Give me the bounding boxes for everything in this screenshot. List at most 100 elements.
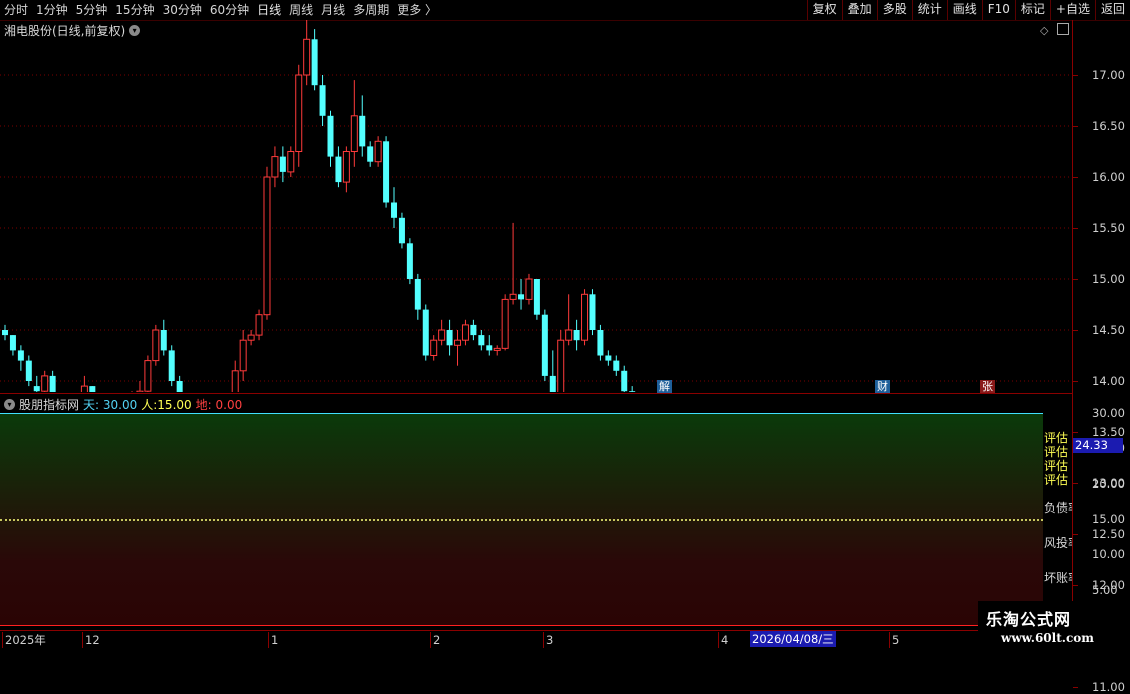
candle[interactable] [33, 375, 40, 392]
candle[interactable] [25, 355, 32, 387]
candle[interactable] [89, 386, 96, 392]
candle[interactable] [461, 319, 469, 346]
candle[interactable] [49, 370, 56, 392]
candle[interactable] [144, 355, 152, 393]
candle[interactable] [168, 345, 175, 387]
candle[interactable] [391, 187, 398, 228]
candle[interactable] [414, 273, 421, 320]
candle[interactable] [9, 335, 16, 356]
candle[interactable] [327, 110, 334, 167]
candle[interactable] [295, 64, 303, 167]
candle[interactable] [581, 289, 589, 346]
panel-divider [0, 393, 1073, 394]
candle[interactable] [438, 319, 446, 346]
tab-period-0[interactable]: 分时 [0, 0, 32, 20]
candlestick-chart[interactable]: 17.6911.11—> [0, 20, 1073, 392]
candle[interactable] [319, 75, 326, 126]
tick-mark [1073, 228, 1078, 229]
candle[interactable] [80, 375, 88, 392]
candle[interactable] [129, 391, 135, 392]
tab-period-1[interactable]: 1分钟 [32, 0, 72, 20]
candle[interactable] [454, 330, 462, 366]
candle[interactable] [613, 355, 620, 376]
candle[interactable] [41, 370, 49, 392]
candle[interactable] [597, 324, 604, 361]
candle[interactable] [342, 146, 350, 193]
event-tag-0[interactable]: 解 [657, 380, 672, 393]
candle[interactable] [478, 330, 485, 351]
candle[interactable] [383, 136, 390, 208]
tab-period-6[interactable]: 日线 [253, 0, 285, 20]
candle[interactable] [398, 212, 405, 249]
action-button-1[interactable]: 叠加 [841, 0, 877, 20]
candle[interactable] [430, 335, 438, 361]
action-button-0[interactable]: 复权 [806, 0, 842, 20]
action-button-5[interactable]: F10 [981, 0, 1015, 20]
candle[interactable] [446, 319, 453, 356]
event-tag-1[interactable]: 财 [875, 380, 890, 393]
action-button-2[interactable]: 多股 [876, 0, 912, 20]
candle[interactable] [367, 141, 374, 167]
candle[interactable] [263, 166, 271, 320]
tick-mark [1073, 381, 1078, 382]
candle[interactable] [629, 386, 636, 392]
candle[interactable] [231, 360, 239, 392]
candle[interactable] [509, 222, 517, 305]
tab-period-10[interactable]: 更多 〉 [393, 0, 441, 20]
indicator-title[interactable]: ▾ 股朋指标网 天: 30.00 人:15.00 地: 0.00 [4, 396, 242, 413]
candle[interactable] [605, 350, 612, 366]
candle[interactable] [589, 289, 596, 336]
candle[interactable] [501, 294, 509, 351]
candle[interactable] [573, 319, 580, 351]
action-button-6[interactable]: 标记 [1014, 0, 1050, 20]
date-axis: 2025年 12 1 2 3 4 5 [0, 630, 1130, 651]
candle[interactable] [152, 324, 160, 366]
candle[interactable] [621, 365, 628, 392]
action-button-3[interactable]: 统计 [911, 0, 947, 20]
tab-period-2[interactable]: 5分钟 [72, 0, 112, 20]
candle[interactable] [335, 146, 342, 188]
candle[interactable] [176, 375, 183, 392]
tick-mark [1073, 75, 1078, 76]
tab-period-8[interactable]: 月线 [317, 0, 349, 20]
candle[interactable] [17, 345, 24, 371]
candle[interactable] [239, 330, 247, 381]
candle[interactable] [525, 273, 533, 305]
side-label-6: 坏账率 [1044, 571, 1072, 585]
candle[interactable] [565, 294, 573, 346]
candle[interactable] [287, 146, 295, 177]
candle[interactable] [533, 279, 540, 320]
action-button-8[interactable]: 返回 [1094, 0, 1130, 20]
candle[interactable] [303, 20, 311, 86]
tab-period-4[interactable]: 30分钟 [159, 0, 206, 20]
tab-period-5[interactable]: 60分钟 [206, 0, 253, 20]
candle[interactable] [557, 330, 565, 392]
candle[interactable] [311, 29, 318, 91]
candle[interactable] [406, 238, 413, 285]
candle[interactable] [2, 324, 8, 341]
price-tick-label: 15.50 [1092, 221, 1125, 235]
candle[interactable] [486, 335, 493, 356]
candle[interactable] [350, 80, 358, 167]
candle[interactable] [422, 304, 429, 361]
action-button-7[interactable]: +自选 [1049, 0, 1095, 20]
candle[interactable] [493, 345, 501, 356]
candle[interactable] [359, 95, 366, 157]
candle[interactable] [518, 279, 525, 310]
tab-period-9[interactable]: 多周期 [349, 0, 393, 20]
candle[interactable] [160, 319, 167, 356]
candle[interactable] [374, 136, 382, 167]
candle[interactable] [549, 350, 556, 392]
candle[interactable] [470, 319, 477, 341]
candle[interactable] [136, 381, 144, 392]
event-tag-2[interactable]: 张 [980, 380, 995, 393]
candle[interactable] [247, 330, 255, 346]
price-tick-label: 15.00 [1092, 272, 1125, 286]
candle[interactable] [541, 309, 548, 381]
candle[interactable] [255, 309, 263, 341]
tab-period-7[interactable]: 周线 [285, 0, 317, 20]
action-button-4[interactable]: 画线 [946, 0, 982, 20]
candle[interactable] [271, 146, 279, 188]
chevron-down-icon[interactable]: ▾ [4, 399, 15, 410]
tab-period-3[interactable]: 15分钟 [111, 0, 158, 20]
